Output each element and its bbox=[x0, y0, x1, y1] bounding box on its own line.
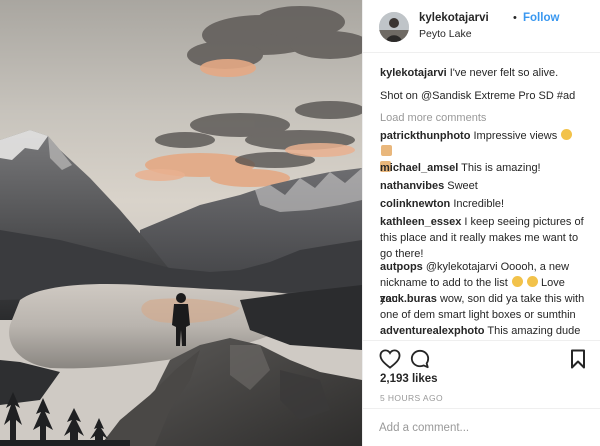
comment-item: zack.buras wow, son did ya take this wit… bbox=[380, 291, 585, 323]
caption-line-2: Shot on @Sandisk Extreme Pro SD #ad bbox=[380, 88, 585, 104]
caption-username[interactable]: kylekotajarvi bbox=[380, 67, 447, 79]
mountain-lake-photo bbox=[0, 0, 362, 446]
comment-item: adventurealexphoto This amazing dude bbox=[380, 323, 585, 339]
post-timestamp: 5 HOURS AGO bbox=[380, 393, 443, 403]
comment-bubble-icon[interactable] bbox=[410, 349, 430, 374]
comments-section: kylekotajarvi I've never felt so alive. … bbox=[363, 53, 600, 340]
bookmark-icon[interactable] bbox=[570, 349, 586, 374]
comment-item: nathanvibes Sweet bbox=[380, 178, 585, 194]
add-comment-input[interactable] bbox=[379, 419, 584, 437]
separator-dot: • bbox=[513, 12, 517, 24]
comment-username[interactable]: nathanvibes bbox=[380, 180, 444, 192]
comment-username[interactable]: colinknewton bbox=[380, 198, 450, 210]
avatar-photo bbox=[379, 12, 409, 42]
caption-text-2: Shot on @Sandisk Extreme Pro SD #ad bbox=[380, 90, 576, 102]
post-side-panel: kylekotajarvi • Follow Peyto Lake kyleko… bbox=[362, 0, 600, 446]
add-comment-bar bbox=[363, 408, 600, 446]
thumbs-up-icon bbox=[381, 145, 392, 156]
likes-count[interactable]: 2,193 likes bbox=[380, 373, 438, 385]
comment-username[interactable]: autpops bbox=[380, 261, 423, 273]
comment-username[interactable]: michael_amsel bbox=[380, 162, 458, 174]
comment-username[interactable]: kathleen_essex bbox=[380, 216, 461, 228]
follow-button[interactable]: Follow bbox=[523, 12, 559, 24]
load-more-comments-button[interactable]: Load more comments bbox=[380, 112, 486, 124]
comment-text: Incredible! bbox=[453, 198, 505, 210]
grinning-face-with-sweat-icon bbox=[511, 276, 523, 287]
post-author-username[interactable]: kylekotajarvi bbox=[419, 12, 489, 24]
comment-item: colinknewton Incredible! bbox=[380, 196, 585, 212]
heart-outline-icon[interactable] bbox=[379, 349, 401, 374]
comment-username[interactable]: adventurealexphoto bbox=[380, 325, 485, 337]
comment-text: This amazing dude bbox=[487, 325, 581, 337]
post-header: kylekotajarvi • Follow Peyto Lake bbox=[363, 0, 600, 53]
caption-text: I've never felt so alive. bbox=[449, 67, 559, 79]
instagram-post: kylekotajarvi • Follow Peyto Lake kyleko… bbox=[0, 0, 600, 446]
caption: kylekotajarvi I've never felt so alive. bbox=[380, 65, 585, 81]
comment-text: Sweet bbox=[447, 180, 478, 192]
smiling-face-with-sunglasses-icon bbox=[526, 276, 538, 287]
comment-username[interactable]: zack.buras bbox=[380, 293, 437, 305]
comment-item: michael_amsel This is amazing! bbox=[380, 160, 585, 176]
comment-text: Impressive views bbox=[473, 130, 558, 142]
comment-text: This is amazing! bbox=[461, 162, 541, 174]
location-link[interactable]: Peyto Lake bbox=[419, 28, 472, 40]
avatar[interactable] bbox=[379, 12, 409, 42]
comment-item: kathleen_essex I keep seeing pictures of… bbox=[380, 214, 585, 262]
smiling-face-with-sunglasses-icon bbox=[561, 129, 573, 140]
comment-username[interactable]: patrickthunphoto bbox=[380, 130, 470, 142]
post-photo[interactable] bbox=[0, 0, 362, 446]
